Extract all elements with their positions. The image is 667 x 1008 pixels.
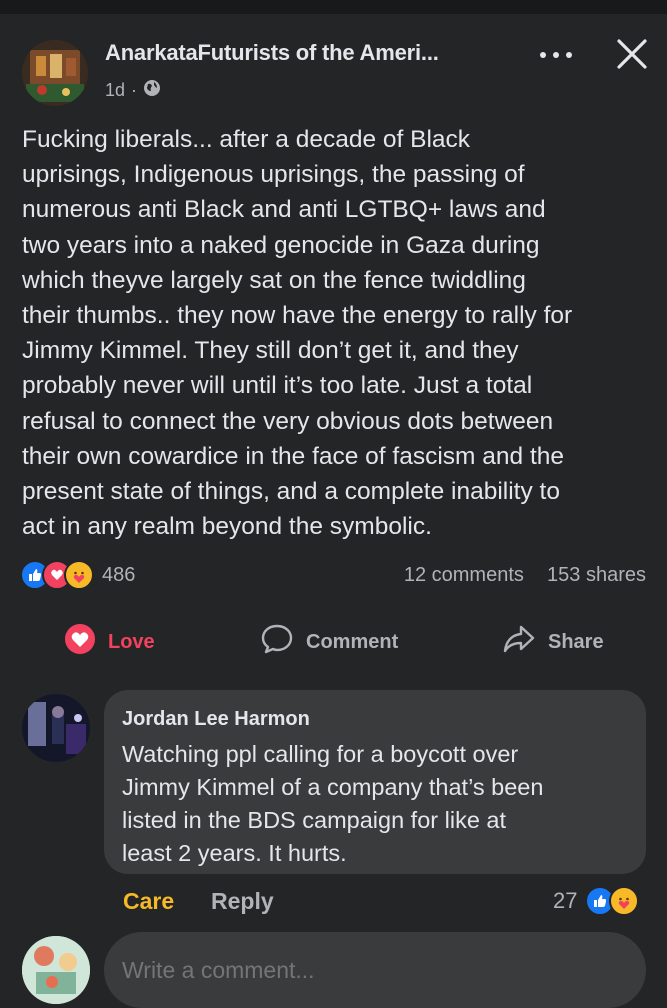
post-time[interactable]: 1d bbox=[105, 80, 125, 101]
globe-icon bbox=[143, 79, 161, 102]
comment-button[interactable]: Comment bbox=[260, 620, 398, 664]
post-text-line: their own cowardice in the face of fasci… bbox=[22, 442, 565, 470]
comment-input[interactable] bbox=[104, 932, 646, 1008]
post-header: AnarkataFuturists of the Ameri... 1d · bbox=[0, 34, 667, 114]
post-text-line: act in any realm beyond the symbolic. bbox=[22, 513, 432, 541]
more-options-button[interactable] bbox=[536, 40, 576, 70]
share-button[interactable]: Share bbox=[502, 620, 604, 664]
share-icon bbox=[502, 624, 536, 660]
comments-count[interactable]: 12 comments bbox=[404, 564, 524, 586]
love-icon bbox=[64, 623, 96, 661]
post-text-line: Fucking liberals... after a decade of Bl… bbox=[22, 126, 471, 153]
comment-text-line: listed in the BDS campaign for like at bbox=[122, 807, 507, 833]
close-icon bbox=[616, 38, 648, 75]
love-button[interactable]: Love bbox=[64, 620, 155, 664]
post-text-line: two years into a naked genocide in Gaza … bbox=[22, 231, 540, 259]
comment-text-line: least 2 years. It hurts. bbox=[122, 840, 347, 866]
comment-author[interactable]: Jordan Lee Harmon bbox=[122, 708, 310, 731]
close-button[interactable] bbox=[610, 34, 654, 78]
more-dots-icon bbox=[539, 46, 573, 64]
page-name[interactable]: AnarkataFuturists of the Ameri... bbox=[105, 40, 439, 66]
reactions-summary: 486 12 comments 153 shares bbox=[20, 560, 650, 590]
comment-icon bbox=[260, 623, 294, 661]
post-text-line: their thumbs.. they now have the energy … bbox=[22, 302, 573, 330]
commenter-avatar[interactable] bbox=[22, 694, 90, 762]
post-text-line: numerous anti Black and anti LGTBQ+ laws… bbox=[22, 196, 546, 224]
care-icon bbox=[64, 560, 94, 590]
shares-count[interactable]: 153 shares bbox=[547, 564, 646, 586]
post-text-line: uprisings, Indigenous uprisings, the pas… bbox=[22, 161, 525, 189]
user-avatar[interactable] bbox=[22, 936, 90, 1004]
post-text-line: Jimmy Kimmel. They still don’t get it, a… bbox=[22, 337, 519, 365]
comment-text-line: Watching ppl calling for a boycott over bbox=[122, 741, 519, 767]
comment-text: Watching ppl calling for a boycott over … bbox=[122, 738, 632, 870]
reaction-icons[interactable] bbox=[20, 560, 94, 590]
share-label: Share bbox=[548, 630, 604, 653]
care-icon bbox=[609, 886, 640, 916]
comment-actions: Care Reply 27 bbox=[0, 884, 667, 920]
post-text: Fucking liberals... after a decade of Bl… bbox=[22, 122, 652, 544]
post-text-line: probably never will until it’s too late.… bbox=[22, 372, 533, 400]
love-label: Love bbox=[108, 630, 155, 653]
comment: Jordan Lee Harmon Watching ppl calling f… bbox=[0, 690, 667, 890]
top-bar bbox=[0, 0, 667, 14]
meta-separator: · bbox=[131, 80, 138, 100]
post-meta: 1d · bbox=[105, 79, 161, 102]
comments-shares: 12 comments 153 shares bbox=[404, 564, 646, 587]
comment-care-button[interactable]: Care bbox=[123, 888, 174, 915]
reaction-count[interactable]: 486 bbox=[102, 564, 135, 587]
comment-reply-button[interactable]: Reply bbox=[211, 888, 274, 915]
comment-label: Comment bbox=[306, 630, 399, 653]
post-text-line: which theyve largely sat on the fence tw… bbox=[22, 266, 526, 294]
post-text-line: present state of things, and a complete … bbox=[22, 478, 560, 506]
comment-composer bbox=[0, 932, 667, 1008]
comment-reaction-count: 27 bbox=[553, 888, 578, 913]
page-avatar[interactable] bbox=[22, 40, 88, 106]
post-text-line: refusal to connect the very obvious dots… bbox=[22, 407, 554, 435]
comment-reactions[interactable]: 27 bbox=[553, 886, 640, 916]
comment-bubble: Jordan Lee Harmon Watching ppl calling f… bbox=[104, 690, 646, 874]
post-actions: Love Comment Share bbox=[0, 620, 667, 664]
comment-text-line: Jimmy Kimmel of a company that’s been bbox=[122, 774, 544, 800]
